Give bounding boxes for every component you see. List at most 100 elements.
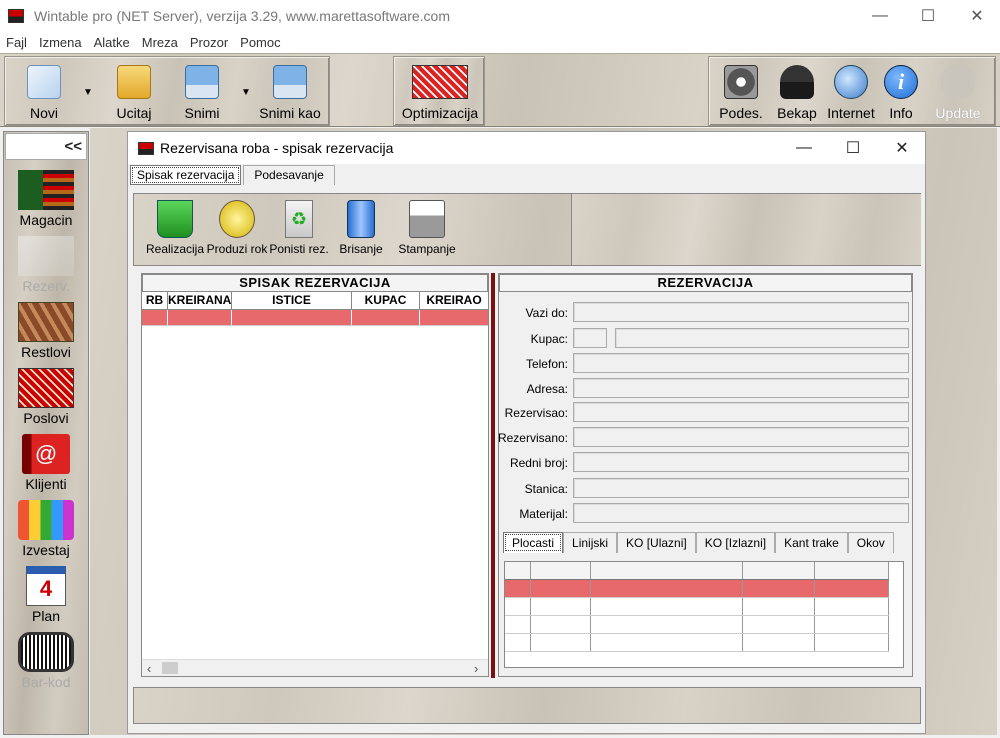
materijal-field[interactable] (573, 503, 909, 523)
sidebar-item-bar-kod[interactable]: Bar-kod (4, 632, 88, 690)
internet-globe-icon (834, 65, 868, 99)
table-row[interactable] (505, 634, 889, 652)
tab-spisak-rezervacija[interactable]: Spisak rezervacija (130, 165, 242, 185)
child-minimize-button[interactable]: — (780, 132, 828, 164)
sidebar-item-klijenti[interactable]: @ Klijenti (4, 434, 88, 492)
stopwatch-icon (219, 200, 255, 238)
snimi-dropdown-arrow[interactable]: ▼ (241, 87, 251, 98)
warehouse-forklift-icon (18, 170, 74, 210)
rezervisao-field[interactable] (573, 402, 909, 422)
column-kreirao[interactable]: KREIRAO (420, 292, 488, 309)
novi-dropdown-arrow[interactable]: ▼ (83, 87, 93, 98)
child-close-button[interactable]: ✕ (878, 132, 926, 164)
sidebar-item-plan[interactable]: 4 Plan (4, 566, 88, 624)
shopping-basket-icon (157, 200, 193, 238)
update-icon (941, 65, 975, 99)
info-button[interactable]: i Info (875, 63, 927, 125)
redni-broj-field[interactable] (573, 452, 909, 472)
scroll-left-arrow[interactable]: ‹ (147, 661, 151, 676)
menu-pomoc[interactable]: Pomoc (240, 35, 280, 50)
menu-alatke[interactable]: Alatke (94, 35, 130, 50)
boards-leftovers-icon (18, 302, 74, 342)
column-istice[interactable]: ISTICE (232, 292, 352, 309)
app-titlebar: Wintable pro (NET Server), verzija 3.29,… (0, 0, 1000, 31)
tab-ko-izlazni[interactable]: KO [Izlazni] (695, 532, 776, 553)
panel-splitter[interactable] (491, 273, 495, 678)
sidebar-item-poslovi[interactable]: Poslovi (4, 368, 88, 426)
reservation-window-titlebar: Rezervisana roba - spisak rezervacija — … (128, 132, 925, 164)
calendar-icon: 4 (26, 566, 66, 606)
ucitaj-button[interactable]: Ucitaj (99, 63, 169, 125)
adresa-label: Adresa: (526, 382, 568, 396)
menu-prozor[interactable]: Prozor (190, 35, 228, 50)
detail-tabs: Plocasti Linijski KO [Ulazni] KO [Izlazn… (503, 532, 894, 554)
jobs-stack-icon (18, 368, 74, 408)
column-kreirana[interactable]: KREIRANA (168, 292, 232, 309)
kupac-name-field[interactable] (615, 328, 909, 348)
sidebar-item-rezerv[interactable]: Rezerv. (4, 236, 88, 294)
save-as-disk-icon (273, 65, 307, 99)
tab-kant-trake[interactable]: Kant trake (775, 532, 848, 553)
vazi-do-field[interactable] (573, 302, 909, 322)
menu-mreza[interactable]: Mreza (142, 35, 178, 50)
child-maximize-button[interactable]: ☐ (829, 132, 877, 164)
toolbar-filler (571, 194, 921, 265)
sidebar-item-magacin[interactable]: Magacin (4, 170, 88, 228)
podes-button[interactable]: Podes. (711, 63, 771, 125)
reservation-list-panel: SPISAK REZERVACIJA RB KREIRANA ISTICE KU… (141, 273, 489, 677)
tab-ko-ulazni[interactable]: KO [Ulazni] (617, 532, 696, 553)
tab-plocasti[interactable]: Plocasti (503, 532, 564, 553)
bekap-button[interactable]: Bekap (769, 63, 825, 125)
table-row[interactable] (505, 616, 889, 634)
ponisti-rez-button[interactable]: ♻ Ponisti rez. (268, 200, 330, 256)
tab-okov[interactable]: Okov (847, 532, 894, 553)
field-row-vazi-do: Vazi do: (499, 302, 912, 324)
update-button[interactable]: Update (927, 63, 989, 125)
stampanje-button[interactable]: Stampanje (396, 200, 458, 256)
snimi-kao-button[interactable]: Snimi kao (255, 63, 325, 125)
minimize-button[interactable]: — (855, 0, 905, 31)
sidebar-item-izvestaj[interactable]: Izvestaj (4, 500, 88, 558)
scroll-right-arrow[interactable]: › (474, 661, 478, 676)
optimizacija-button[interactable]: Optimizacija (396, 63, 484, 125)
internet-button[interactable]: Internet (821, 63, 881, 125)
reservation-window: Rezervisana roba - spisak rezervacija — … (127, 131, 926, 734)
tab-linijski[interactable]: Linijski (563, 532, 618, 553)
field-row-telefon: Telefon: (499, 353, 912, 375)
printer-icon (409, 200, 445, 238)
snimi-button[interactable]: Snimi (167, 63, 237, 125)
sidebar-item-restlovi[interactable]: Restlovi (4, 302, 88, 360)
vazi-do-label: Vazi do: (525, 306, 568, 320)
reservation-toolbar: Realizacija Produzi rok ♻ Ponisti rez. B… (133, 193, 921, 266)
produzi-rok-button[interactable]: Produzi rok (206, 200, 268, 256)
table-row[interactable] (505, 580, 889, 598)
horizontal-scrollbar[interactable]: ‹ › (142, 659, 488, 676)
field-row-stanica: Stanica: (499, 478, 912, 500)
brisanje-button[interactable]: Brisanje (330, 200, 392, 256)
left-sidebar: << Magacin Rezerv. Restlovi Poslovi @ Kl… (3, 131, 89, 735)
rezervisano-field[interactable] (573, 427, 909, 447)
app-logo-icon (8, 8, 24, 23)
scrollbar-thumb[interactable] (162, 662, 178, 674)
menu-bar: Fajl Izmena Alatke Mreza Prozor Pomoc (0, 31, 1000, 53)
realizacija-button[interactable]: Realizacija (144, 200, 206, 256)
menu-izmena[interactable]: Izmena (39, 35, 82, 50)
close-button[interactable]: ✕ (952, 0, 1000, 31)
stanica-field[interactable] (573, 478, 909, 498)
settings-gear-icon (724, 65, 758, 99)
column-rb[interactable]: RB (142, 292, 168, 309)
kupac-code-field[interactable] (573, 328, 607, 348)
info-icon: i (884, 65, 918, 99)
table-row[interactable] (505, 598, 889, 616)
tab-podesavanje[interactable]: Podesavanje (243, 165, 335, 185)
menu-fajl[interactable]: Fajl (6, 35, 27, 50)
maximize-button[interactable]: ☐ (903, 0, 953, 31)
materijal-label: Materijal: (519, 507, 568, 521)
trash-can-icon (347, 200, 375, 238)
column-kupac[interactable]: KUPAC (352, 292, 420, 309)
novi-button[interactable]: Novi (9, 63, 79, 125)
adresa-field[interactable] (573, 378, 909, 398)
table-row[interactable] (142, 310, 488, 326)
telefon-field[interactable] (573, 353, 909, 373)
collapse-sidebar-button[interactable]: << (5, 133, 87, 160)
